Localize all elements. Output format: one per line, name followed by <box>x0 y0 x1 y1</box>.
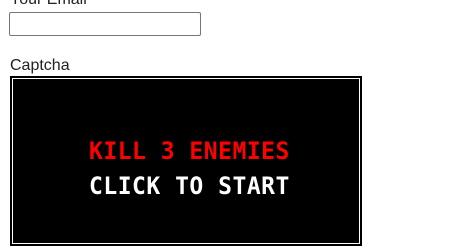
email-field[interactable] <box>9 12 201 36</box>
captcha-label: Captcha <box>10 57 70 74</box>
email-label: Your Email <box>10 0 87 9</box>
captcha-objective-text: KILL 3 ENEMIES <box>89 138 290 166</box>
captcha-game-canvas[interactable]: KILL 3 ENEMIES CLICK TO START <box>10 76 362 246</box>
captcha-start-prompt: CLICK TO START <box>89 173 290 201</box>
